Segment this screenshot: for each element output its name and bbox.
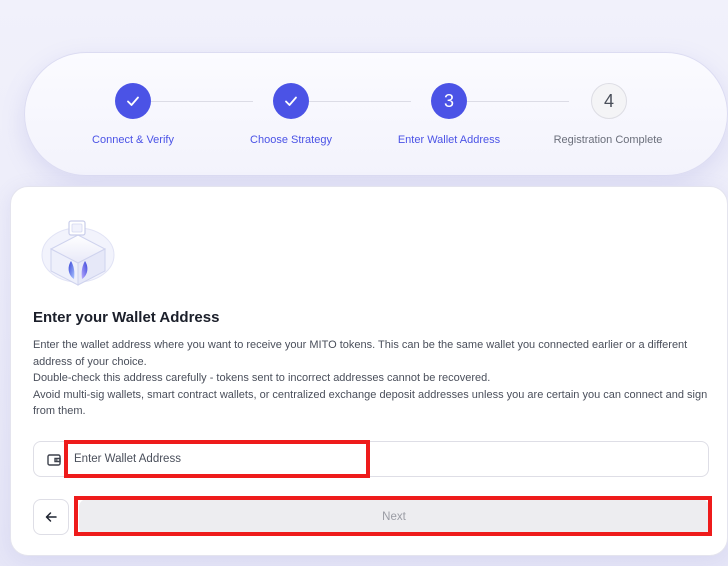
wallet-address-input[interactable] [74,445,694,473]
instruction-text: Double-check this address carefully - to… [33,372,491,384]
registration-page: 3 4 Connect & Verify Choose Strategy Ent… [0,0,728,566]
wallet-address-field[interactable] [33,441,709,477]
instruction-text: Enter the wallet address where you want … [33,339,688,368]
step-3-indicator: 3 [431,83,467,119]
step-4-number: 4 [603,90,614,111]
step-connector [151,101,253,102]
progress-stepper: 3 4 Connect & Verify Choose Strategy Ent… [24,52,728,176]
instructions: Enter the wallet address where you want … [33,337,713,420]
page-title: Enter your Wallet Address [33,309,220,326]
step-3-label: Enter Wallet Address [397,134,501,146]
step-1-label: Connect & Verify [92,134,174,146]
step-4-indicator: 4 [591,83,627,119]
step-4-label: Registration Complete [553,134,663,146]
arrow-left-icon [45,512,57,522]
step-connector [309,101,411,102]
wallet-cube-illustration [41,220,115,286]
wallet-address-card: Enter your Wallet Address Enter the wall… [10,186,728,556]
step-1-indicator [115,83,151,119]
instruction-text: Avoid multi-sig wallets, smart contract … [33,388,708,418]
next-button[interactable]: Next [79,499,709,535]
check-icon [127,96,139,106]
step-2-label: Choose Strategy [250,134,332,146]
step-2-indicator [273,83,309,119]
wallet-icon [47,454,61,466]
step-3-number: 3 [443,90,454,111]
check-icon [285,96,297,106]
back-button[interactable] [33,499,69,535]
step-connector [467,101,569,102]
